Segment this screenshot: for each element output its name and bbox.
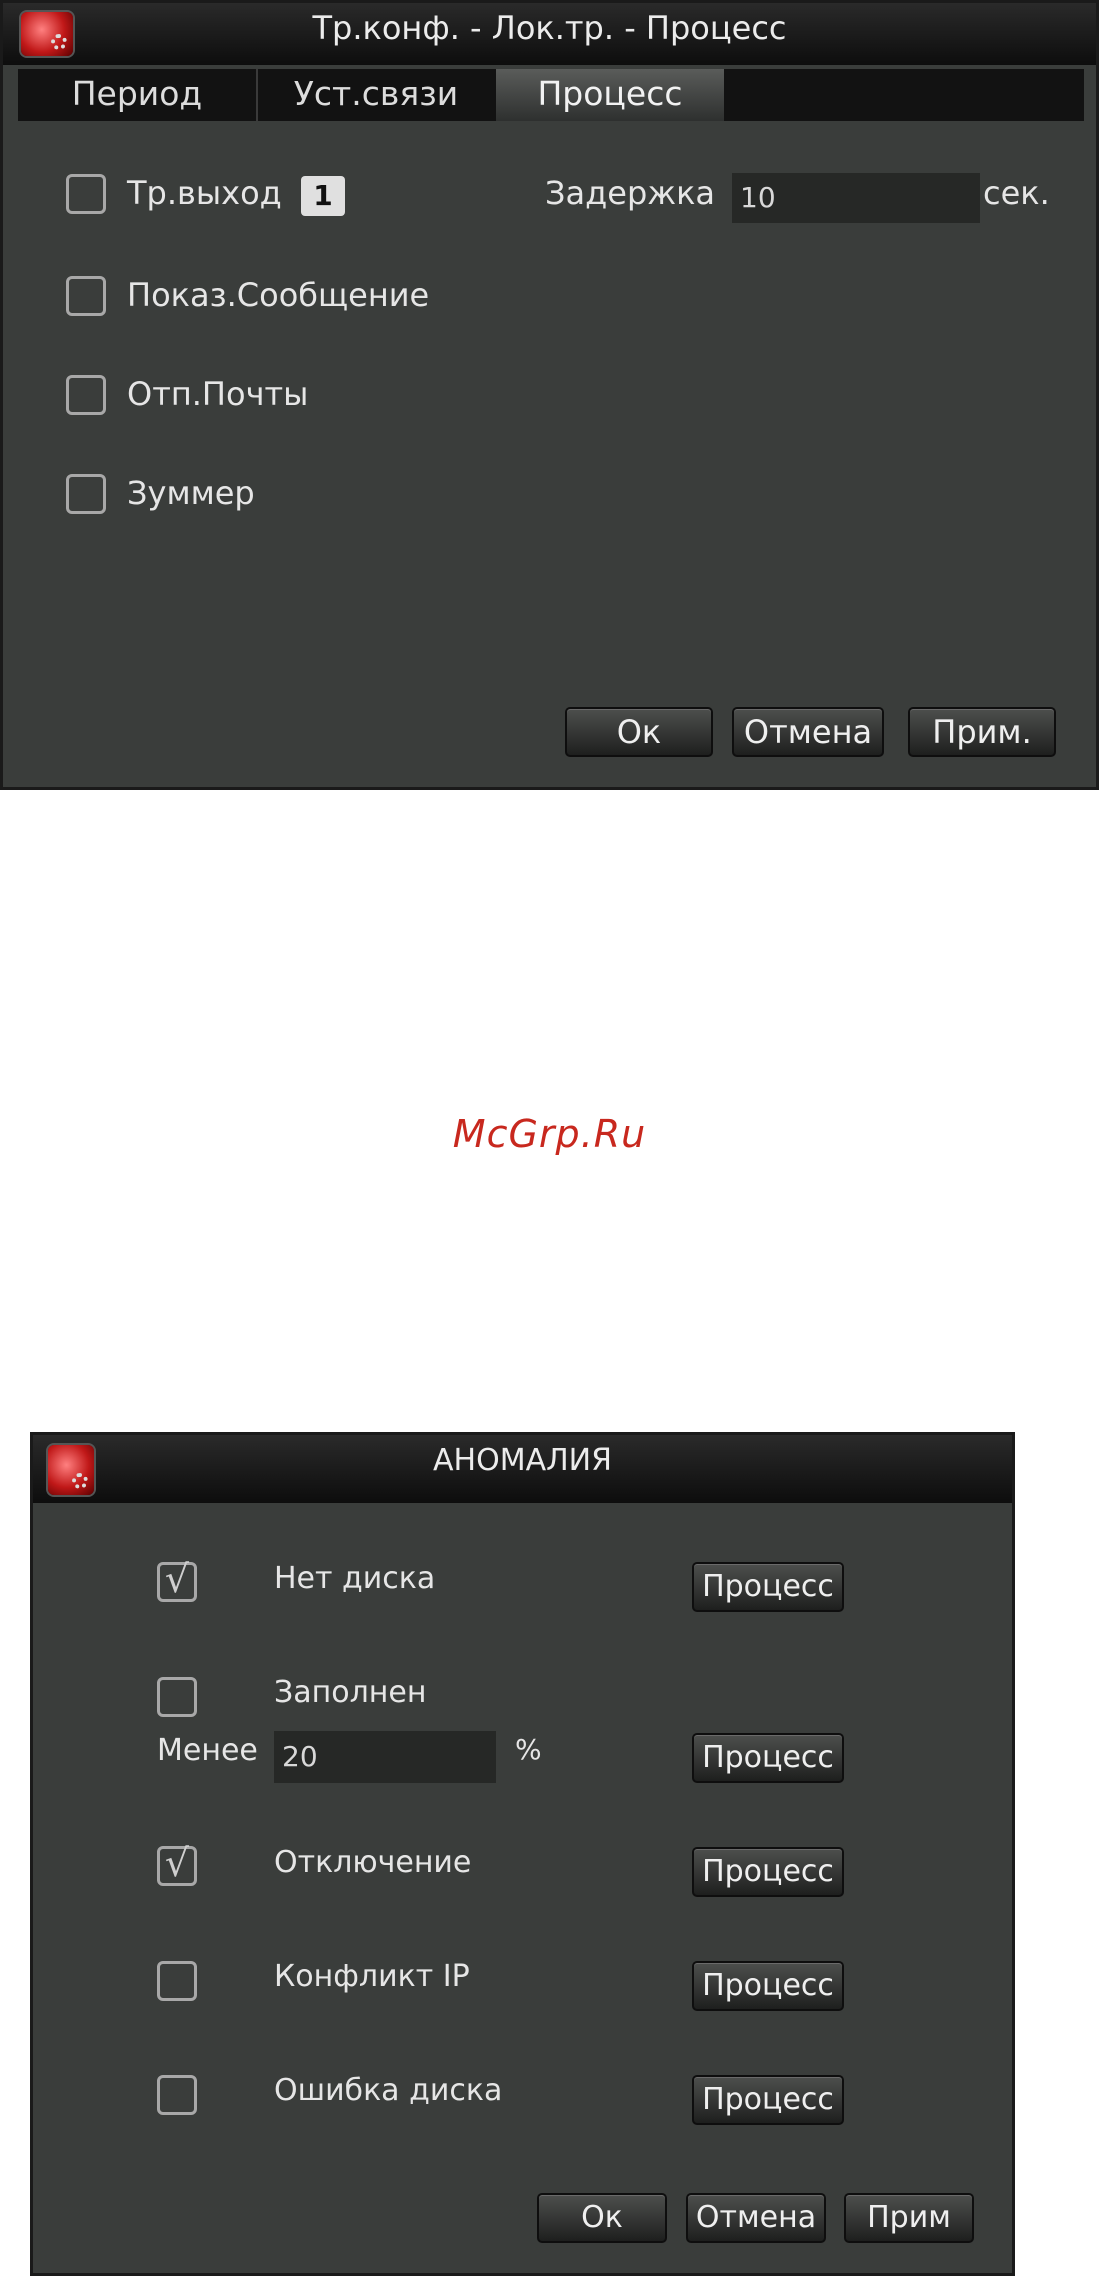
send-email-label: Отп.Почты xyxy=(127,375,309,413)
ip-conflict-process-button[interactable]: Процесс xyxy=(692,1961,844,2011)
show-message-checkbox[interactable] xyxy=(66,276,106,316)
alarm-process-dialog: Тр.конф. - Лок.тр. - Процесс Период Уст.… xyxy=(0,0,1099,790)
no-disk-label: Нет диска xyxy=(274,1561,436,1596)
disk-less-label: Менее xyxy=(157,1733,258,1768)
alarm-out-channel-button[interactable]: 1 xyxy=(301,176,345,216)
ok-button[interactable]: Ок xyxy=(537,2193,667,2243)
disk-less-input[interactable]: 20 xyxy=(274,1731,496,1783)
delay-input[interactable]: 10 xyxy=(732,173,980,223)
send-email-checkbox[interactable] xyxy=(66,375,106,415)
disk-full-process-button[interactable]: Процесс xyxy=(692,1733,844,1783)
tab-connection[interactable]: Уст.связи xyxy=(260,69,492,121)
buzzer-checkbox[interactable] xyxy=(66,474,106,514)
tab-period[interactable]: Период xyxy=(18,69,258,121)
show-message-label: Показ.Сообщение xyxy=(127,276,430,314)
apply-button[interactable]: Прим xyxy=(844,2193,974,2243)
disk-error-process-button[interactable]: Процесс xyxy=(692,2075,844,2125)
cancel-button[interactable]: Отмена xyxy=(686,2193,826,2243)
cancel-button[interactable]: Отмена xyxy=(732,707,884,757)
no-disk-process-button[interactable]: Процесс xyxy=(692,1562,844,1612)
alarm-out-label: Тр.выход xyxy=(127,174,282,212)
dialog-title: Тр.конф. - Лок.тр. - Процесс xyxy=(312,9,787,47)
checkmark-icon: √ xyxy=(164,1841,190,1885)
no-disk-checkbox[interactable]: √ xyxy=(157,1557,197,1602)
anomaly-dialog: АНОМАЛИЯ √ Нет диска Процесс Заполнен Ме… xyxy=(30,1432,1015,2276)
dialog-title: АНОМАЛИЯ xyxy=(433,1443,612,1478)
disconnect-checkbox[interactable]: √ xyxy=(157,1841,197,1886)
disk-full-label: Заполнен xyxy=(274,1675,427,1710)
disk-error-label: Ошибка диска xyxy=(274,2073,503,2108)
disconnect-process-button[interactable]: Процесс xyxy=(692,1847,844,1897)
tab-process[interactable]: Процесс xyxy=(496,69,724,121)
disconnect-label: Отключение xyxy=(274,1845,472,1880)
watermark-text: McGrp.Ru xyxy=(452,1112,647,1156)
disk-error-checkbox[interactable] xyxy=(157,2075,197,2115)
delay-label: Задержка xyxy=(545,174,716,212)
buzzer-label: Зуммер xyxy=(127,474,255,512)
checkmark-icon: √ xyxy=(164,1557,190,1601)
ok-button[interactable]: Ок xyxy=(565,707,713,757)
disk-less-unit: % xyxy=(515,1733,542,1766)
ip-conflict-label: Конфликт IP xyxy=(274,1959,470,1994)
apply-button[interactable]: Прим. xyxy=(908,707,1056,757)
delay-unit: сек. xyxy=(983,174,1050,212)
title-bar: Тр.конф. - Лок.тр. - Процесс xyxy=(3,3,1096,65)
disk-full-checkbox[interactable] xyxy=(157,1677,197,1717)
title-bar: АНОМАЛИЯ xyxy=(33,1435,1012,1503)
tab-bar: Период Уст.связи Процесс xyxy=(18,69,1084,121)
alarm-out-checkbox[interactable] xyxy=(66,174,106,214)
ip-conflict-checkbox[interactable] xyxy=(157,1961,197,2001)
